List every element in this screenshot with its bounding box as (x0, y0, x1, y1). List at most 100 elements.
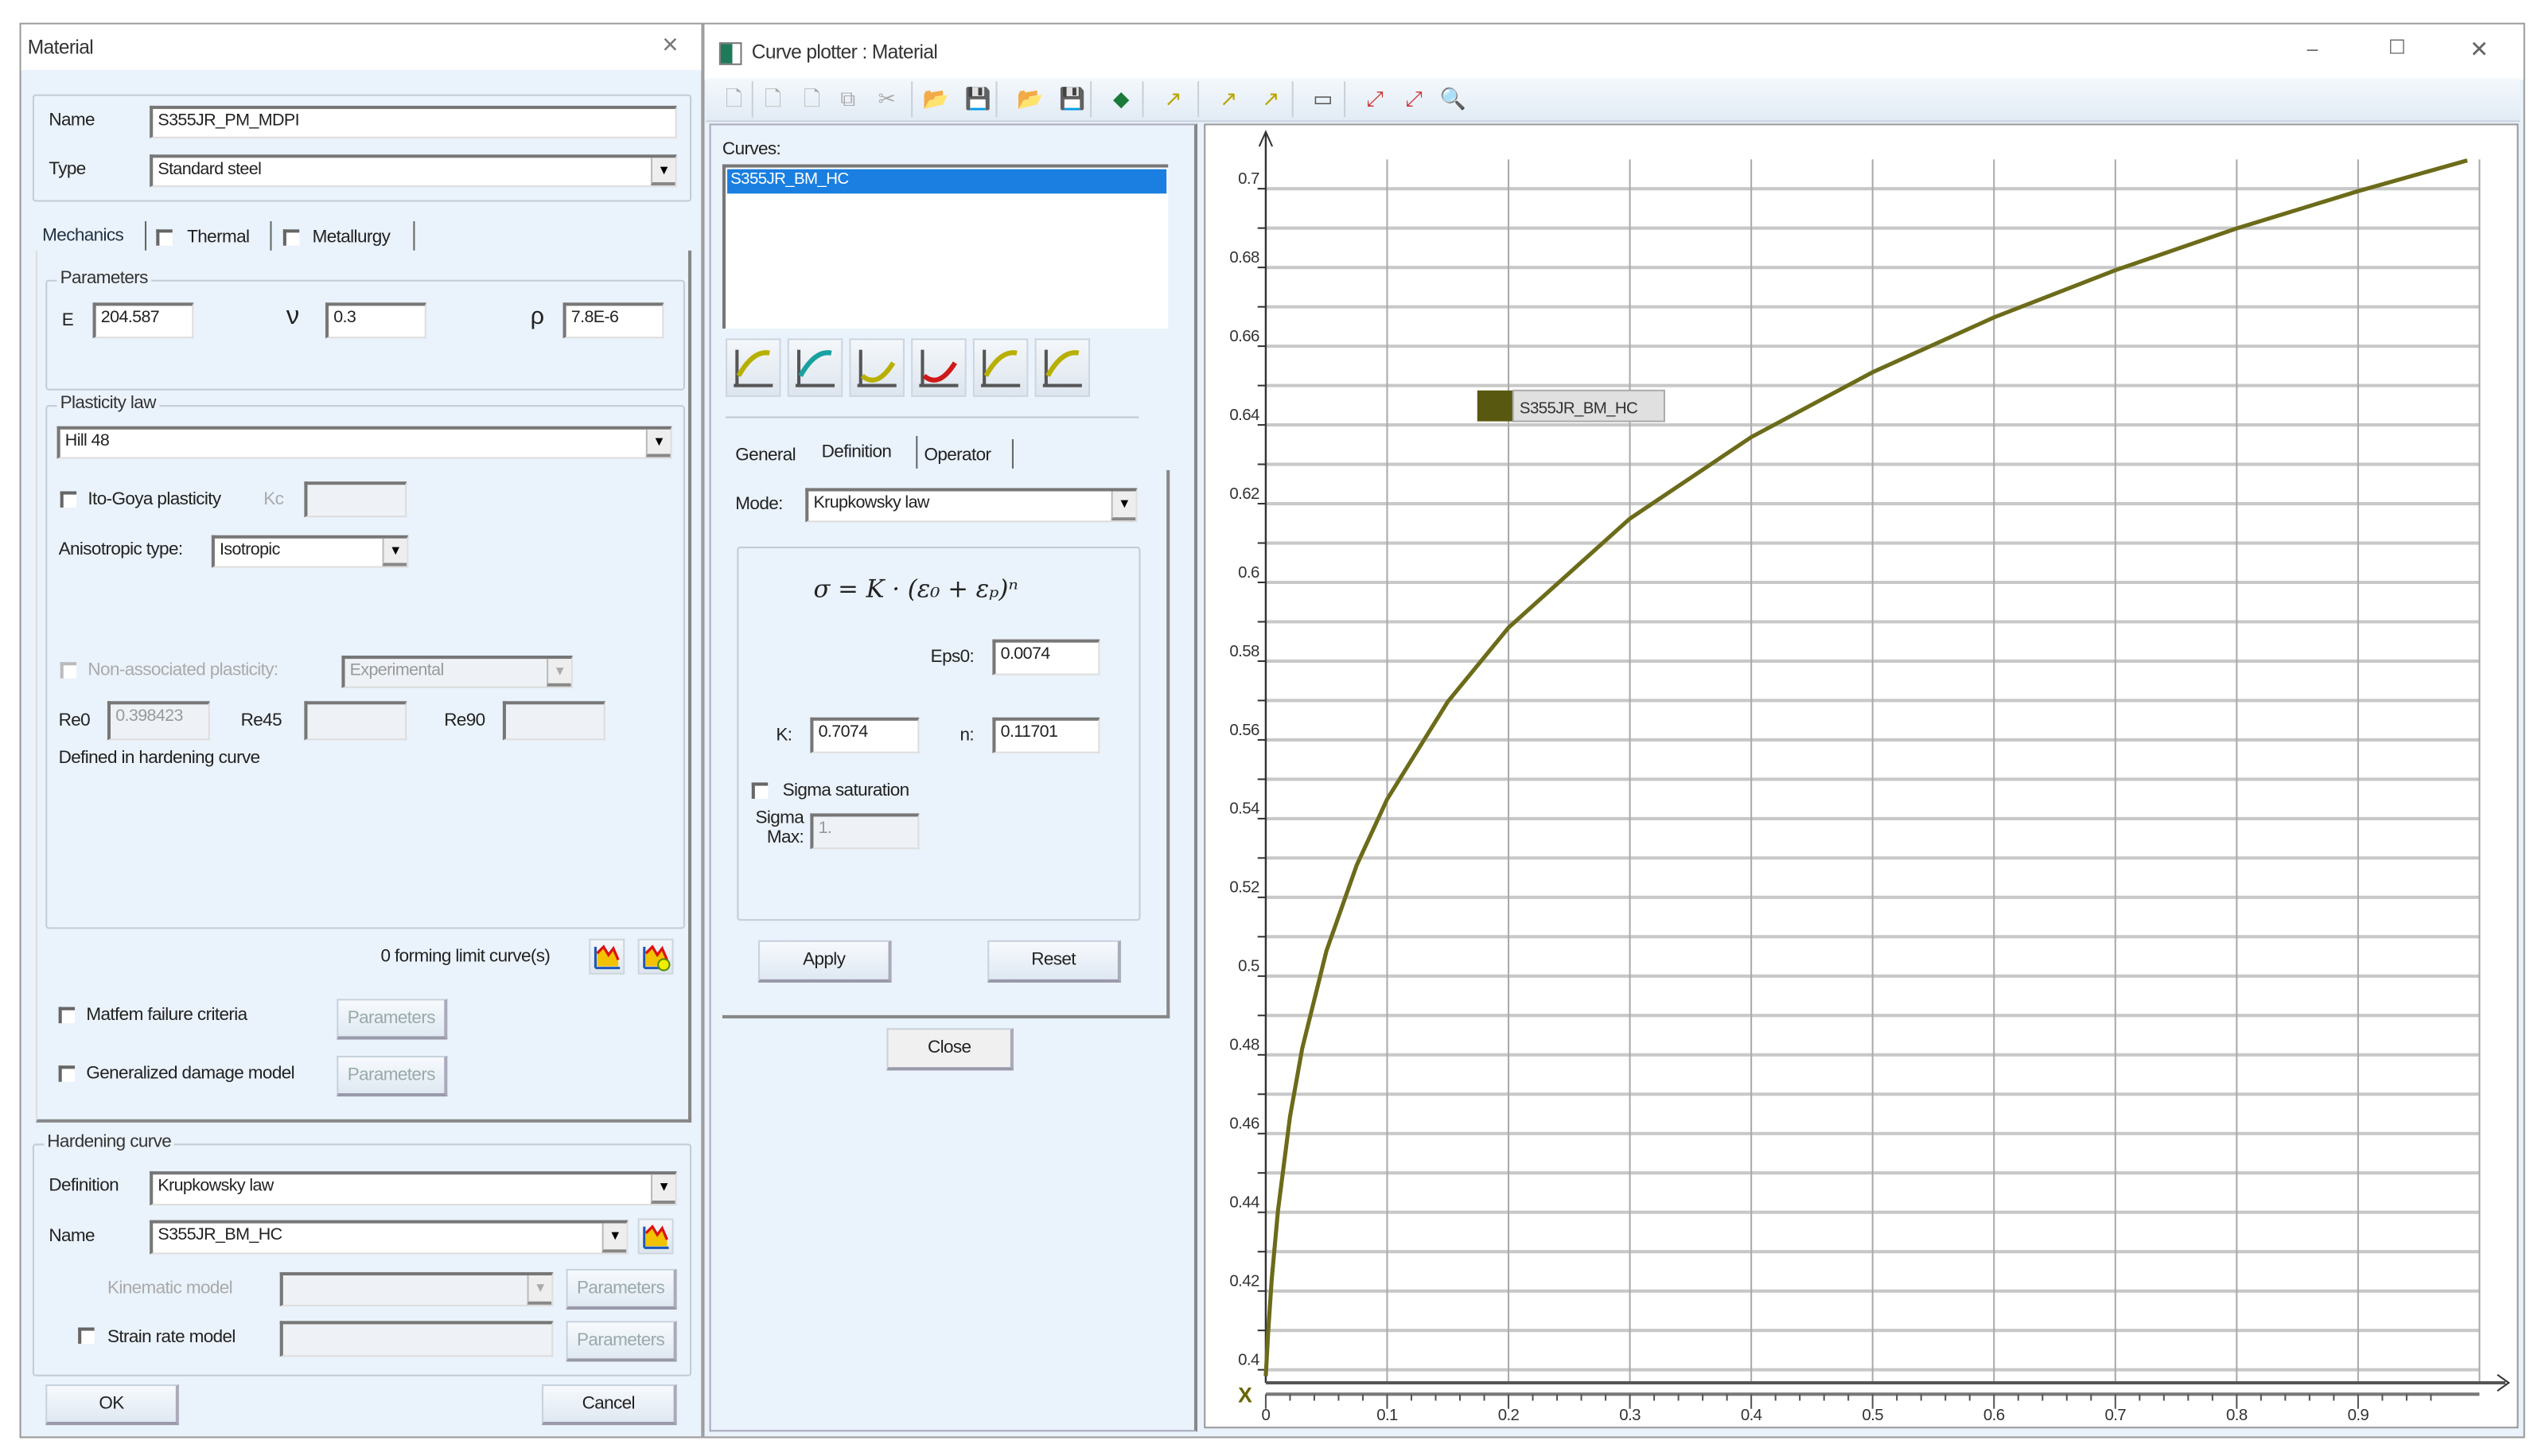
y-tick-label: 0.58 (1229, 642, 1259, 660)
hardening-name-select[interactable]: S355JR_BM_HC ▼ (150, 1220, 629, 1255)
mode-label: Mode: (735, 494, 783, 515)
curve-list-item[interactable]: S355JR_BM_HC (727, 169, 1167, 194)
forming-limit-label: 0 forming limit curve(s) (380, 947, 551, 967)
plasticity-law-select[interactable]: Hill 48 ▼ (56, 426, 672, 459)
legend-label: S355JR_BM_HC (1520, 399, 1637, 417)
fit-curve-icon[interactable] (787, 338, 843, 397)
chevron-down-icon[interactable]: ▼ (650, 1174, 675, 1205)
add-point-icon[interactable]: ↗ (1158, 84, 1188, 114)
chevron-down-icon[interactable]: ▼ (382, 538, 407, 566)
damage-checkbox[interactable] (58, 1065, 76, 1082)
save-icon[interactable]: 💾 (963, 84, 993, 114)
zoom-icon[interactable]: 🔍 (1438, 84, 1468, 114)
tab-operator[interactable]: Operator (925, 446, 991, 465)
plot-area[interactable]: 0.4 0.42 0.44 0.46 0.48 0.5 0.52 0.54 0.56 0.58 0.… (1204, 123, 2519, 1429)
color-icon[interactable]: ◆ (1107, 84, 1136, 114)
hardening-curve-chart[interactable]: 0.4 0.42 0.44 0.46 0.48 0.5 0.52 0.54 0.56 0.58 0.… (1204, 123, 2518, 1428)
chevron-down-icon[interactable]: ▼ (650, 158, 675, 186)
re90-label: Re90 (444, 710, 485, 731)
parameters-legend: Parameters (56, 268, 151, 288)
sigma-saturation-checkbox[interactable] (751, 782, 769, 799)
n-input[interactable]: 0.11701 (992, 717, 1100, 753)
mode-select[interactable]: Krupkowsky law ▼ (805, 488, 1138, 523)
toolbar-separator (1142, 81, 1144, 118)
definition-select[interactable]: Krupkowsky law ▼ (150, 1171, 677, 1206)
eps0-input[interactable]: 0.0074 (992, 639, 1100, 675)
import-curve-icon[interactable]: 🗋 (758, 84, 788, 114)
tab-general[interactable]: General (735, 446, 796, 465)
chevron-down-icon[interactable]: ▼ (645, 429, 671, 457)
delete-curve-icon[interactable]: ✂ (872, 84, 901, 114)
chevron-down-icon[interactable]: ▼ (601, 1223, 627, 1253)
zoom-region-icon[interactable]: ⤢ (1360, 84, 1390, 114)
re90-input (502, 701, 605, 741)
close-button[interactable]: Close (886, 1028, 1014, 1071)
new-curve-icon[interactable]: 🗋 (719, 84, 749, 114)
export-curve-icon[interactable]: 🗋 (797, 84, 827, 114)
e-input[interactable]: 204.587 (92, 302, 194, 339)
load-curve-icon[interactable] (726, 338, 781, 397)
chevron-down-icon: ▼ (547, 659, 571, 687)
name-label: Name (49, 111, 95, 130)
remove-point-icon[interactable]: ↗ (1256, 84, 1286, 114)
minimize-icon[interactable]: – (2307, 37, 2318, 60)
layout-icon[interactable]: ▭ (1308, 84, 1337, 114)
spline-curve-icon[interactable] (972, 338, 1029, 397)
app-icon (718, 42, 742, 65)
metallurgy-checkbox[interactable] (282, 229, 300, 246)
add-forming-limit-icon[interactable] (637, 938, 674, 975)
y-tick-label: 0.42 (1229, 1272, 1259, 1291)
nu-input[interactable]: 0.3 (325, 302, 426, 339)
kc-input[interactable] (304, 481, 407, 518)
tab-thermal[interactable]: Thermal (187, 228, 250, 247)
ito-goya-checkbox[interactable] (60, 491, 77, 508)
ok-button[interactable]: OK (45, 1384, 179, 1426)
y-tick-label: 0.54 (1229, 800, 1259, 818)
type-select[interactable]: Standard steel ▼ (150, 154, 677, 188)
reset-button[interactable]: Reset (987, 940, 1121, 983)
open-folder-icon[interactable]: 📂 (921, 84, 950, 114)
open-project-icon[interactable]: 📂 (1015, 84, 1045, 114)
eps0-label: Eps0: (930, 647, 975, 668)
non-associated-checkbox (60, 662, 77, 679)
yield-icon[interactable] (849, 338, 905, 397)
cancel-button[interactable]: Cancel (541, 1384, 677, 1426)
time-curve-icon[interactable] (1034, 338, 1091, 397)
reverse-yield-icon[interactable] (911, 338, 967, 397)
apply-button[interactable]: Apply (757, 940, 892, 983)
y-tick-label: 0.7 (1238, 169, 1259, 188)
thermal-checkbox[interactable] (156, 229, 173, 246)
strain-rate-checkbox[interactable] (78, 1327, 95, 1344)
panel-divider (726, 416, 1139, 419)
maximize-icon[interactable]: ☐ (2388, 36, 2406, 59)
rho-input[interactable]: 7.8E-6 (562, 302, 664, 339)
open-curve-plotter-icon[interactable] (637, 1218, 674, 1255)
toolbar-separator (1291, 81, 1294, 118)
zoom-fit-icon[interactable]: ⤢ (1399, 84, 1429, 114)
tab-metallurgy[interactable]: Metallurgy (313, 228, 391, 247)
tab-mechanics[interactable]: Mechanics (42, 226, 124, 246)
tab-definition[interactable]: Definition (822, 442, 892, 462)
plotter-title: Curve plotter : Material (751, 41, 938, 64)
copy-curve-icon[interactable]: ⧉ (833, 84, 862, 114)
close-icon[interactable]: × (662, 29, 678, 62)
curves-list[interactable]: S355JR_BM_HC (722, 164, 1169, 329)
anisotropic-select[interactable]: Isotropic ▼ (211, 535, 409, 568)
forming-limit-chart-icon[interactable] (589, 938, 625, 975)
name-input[interactable]: S355JR_PM_MDPI (150, 105, 677, 138)
type-label: Type (49, 159, 86, 179)
k-input[interactable]: 0.7074 (810, 717, 920, 753)
close-icon[interactable]: ✕ (2470, 36, 2489, 64)
matfem-checkbox[interactable] (58, 1006, 76, 1024)
save-as-icon[interactable]: 💾 (1057, 84, 1087, 114)
k-label: K: (776, 725, 792, 746)
y-tick-label: 0.4 (1238, 1351, 1259, 1369)
y-tick-label: 0.52 (1229, 878, 1259, 897)
re45-input (304, 701, 407, 741)
move-point-icon[interactable]: ↗ (1213, 84, 1243, 114)
damage-parameters-button: Parameters (337, 1056, 448, 1097)
plasticity-law-value: Hill 48 (64, 430, 110, 451)
toolbar-separator (1090, 81, 1092, 118)
chevron-down-icon[interactable]: ▼ (1111, 491, 1136, 521)
x-tick-label: 0.4 (1741, 1406, 1762, 1424)
